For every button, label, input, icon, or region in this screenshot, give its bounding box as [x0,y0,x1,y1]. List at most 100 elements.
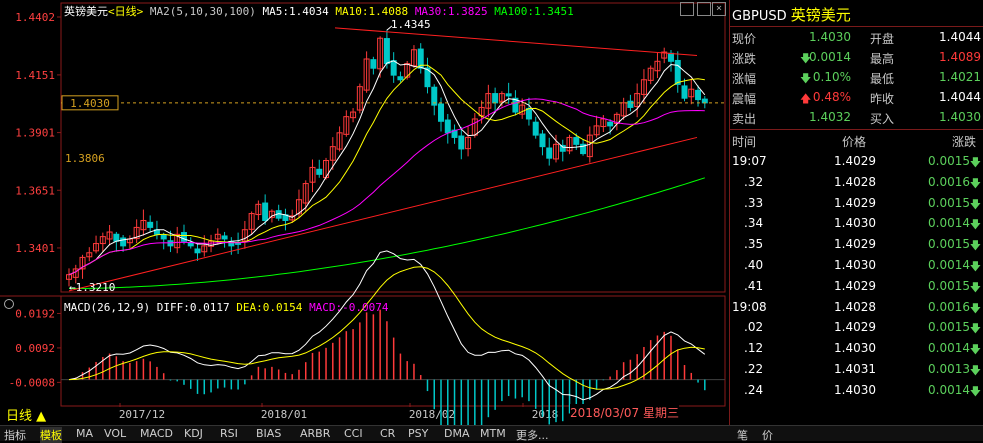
tab-[interactable]: 指标 [4,427,26,443]
tick-change: 0.0014 [928,341,970,356]
support-label: 1.3806 [65,152,105,165]
ma-label: MA2(5,10,30,100) [149,5,256,18]
arrow-down-icon: 🡇 [969,343,981,357]
candle-body [695,89,702,101]
chart-svg: 1.4402 1.4151 1.3901 1.3651 1.3401 0.0192 0.00… [0,2,726,443]
tab-psy[interactable]: PSY [408,427,428,440]
arrow-down-icon: 🡇 [969,156,981,169]
tick-price: 1.4029 [834,278,876,293]
tab-bi[interactable]: 笔 [737,427,748,443]
arrow-down-icon: 🡇 [969,197,981,211]
quote-value: 0.48% [812,90,851,104]
tick-header-price: 价格 [842,135,867,149]
tick-price: 1.4030 [834,216,876,231]
tab-[interactable]: 模板 [40,427,62,443]
candle-body [492,93,499,104]
tab-macd[interactable]: MACD [140,427,173,440]
arrow-down-icon: 🡇 [800,72,812,85]
tick-change: 0.0016 [928,299,970,314]
indicator-settings-icon[interactable] [4,299,14,309]
quote-label: 涨跌 [732,52,757,66]
tick-price: 1.4029 [834,195,876,210]
candle-body [187,242,194,247]
panel-maximize-icon[interactable] [697,2,711,16]
tick-time: .35 [744,237,764,252]
tick-row: .02 1.4029 0.0015 🡇 [730,320,983,338]
tab-cr[interactable]: CR [380,427,395,440]
tick-row: 19:08 1.4028 0.0016 🡇 [730,300,983,318]
tick-change: 0.0016 [928,174,970,189]
tab-cci[interactable]: CCI [344,427,363,440]
macd-label: MACD(26,12,9) [64,301,151,314]
candle-body [262,202,269,221]
price-axis-label: 1.4402 [15,11,55,24]
support-trendline [68,136,698,292]
tab-dma[interactable]: DMA [444,427,470,440]
candle-body [681,85,688,99]
quote-value: 1.4032 [809,110,851,124]
tick-header-time: 时间 [732,135,757,149]
tab-rsi[interactable]: RSI [220,427,238,440]
tick-row: .33 1.4029 0.0015 🡇 [730,196,983,214]
candle-body [627,100,634,108]
ma10-value: MA10:1.4088 [335,5,409,18]
candle-body [438,103,445,122]
tab-vol[interactable]: VOL [104,427,126,440]
candle-body [701,98,708,104]
tick-time: .32 [744,174,764,189]
quote-title: GBPUSD 英镑美元 [732,6,851,24]
candle-body [674,59,681,85]
tick-time: 19:08 [732,299,767,314]
candle-body [444,119,451,134]
arrow-up-icon: 🡅 [800,92,812,105]
candle-body [370,59,377,69]
quote-label: 开盘 [870,32,895,46]
tick-change: 0.0015 [928,237,970,252]
candle-body [546,147,553,159]
tick-change: 0.0014 [928,258,970,272]
arrow-down-icon: 🡇 [969,322,981,336]
current-price-label: 1.4030 [70,97,110,110]
period-button[interactable]: 日线 ▲ [6,405,46,424]
price-axis-label: 1.4151 [15,69,55,82]
candle-body [316,168,323,175]
ma100-line [69,177,705,289]
candle-body [160,234,167,240]
tab-bias[interactable]: BIAS [256,427,281,440]
macd-value: MACD:-0.0074 [309,301,389,314]
tick-row: .22 1.4031 0.0013 🡇 [730,362,983,380]
candle-body [539,133,546,148]
ma10-line [68,64,705,276]
low-label: ←1.3210 [69,281,115,294]
quote-panel: GBPUSD 英镑美元 现价 1.4030 开盘 1.4044 涨跌 🡇 0.0014 最高 1… [729,0,983,425]
macd-diff: DIFF:0.0117 [156,301,230,314]
ma30-value: MA30:1.3825 [414,5,488,18]
candle-body [194,248,201,254]
tab-mtm[interactable]: MTM [480,427,506,440]
tab-kdj[interactable]: KDJ [184,427,203,440]
tab-jia[interactable]: 价 [762,427,773,443]
tick-time: 19:07 [732,154,767,168]
tick-change: 0.0015 [928,195,970,210]
candle-body [667,52,674,62]
panel-close-icon[interactable]: × [712,2,726,16]
quote-label: 现价 [732,32,757,46]
tab-ma[interactable]: MA [76,427,93,440]
tick-row: .32 1.4028 0.0016 🡇 [730,175,983,193]
tick-row: .35 1.4029 0.0015 🡇 [730,237,983,255]
tick-price: 1.4030 [834,341,876,356]
quote-label: 卖出 [732,112,757,126]
chart-header: 英镑美元<日线> MA2(5,10,30,100) MA5:1.4034 MA1… [64,3,574,19]
arrow-down-icon: 🡇 [969,280,981,294]
period-label: <日线> [108,5,144,18]
tick-header-change: 涨跌 [952,135,977,149]
quote-value: 1.4044 [939,30,981,44]
candle-body [458,135,465,150]
divider [730,129,983,130]
quote-label: 涨幅 [732,72,757,86]
tab-[interactable]: 更多... [516,427,549,443]
tab-arbr[interactable]: ARBR [300,427,330,440]
tick-price: 1.4030 [834,258,876,272]
tick-row: .24 1.4030 0.0014 🡇 [730,383,983,401]
panel-toggle-icon[interactable] [680,2,694,16]
